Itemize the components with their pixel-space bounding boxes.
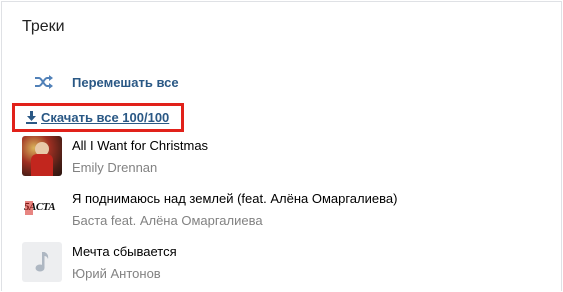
download-all-link[interactable]: Скачать все 100/100 <box>26 110 169 125</box>
shuffle-icon <box>30 68 58 96</box>
track-artist[interactable]: Юрий Антонов <box>72 265 177 282</box>
download-icon <box>26 111 37 124</box>
track-title: Я поднимаюсь над землей (feat. Алёна Ома… <box>72 190 398 206</box>
page-title: Треки <box>22 18 65 35</box>
track-row[interactable]: Мечта сбывается Юрий Антонов <box>22 240 542 284</box>
track-artist[interactable]: Emily Drennan <box>72 159 208 176</box>
track-row[interactable]: All I Want for Christmas Emily Drennan <box>22 134 542 178</box>
album-cover: 5ACTA <box>22 189 62 229</box>
music-note-icon <box>34 250 50 279</box>
track-artist[interactable]: Баста feat. Алёна Омаргалиева <box>72 212 397 229</box>
shuffle-all-button[interactable]: Перемешать все <box>22 68 322 96</box>
track-title: Мечта сбывается <box>72 243 177 259</box>
track-row[interactable]: 5ACTA Я поднимаюсь над землей (feat. Алё… <box>22 187 542 231</box>
album-cover <box>22 242 62 282</box>
download-all-label: Скачать все 100/100 <box>41 110 170 125</box>
tracks-panel: Треки Перемешать все Скачать все 100/100 <box>1 1 562 291</box>
shuffle-all-label: Перемешать все <box>72 74 179 90</box>
track-title: All I Want for Christmas <box>72 137 209 153</box>
album-cover <box>22 136 62 176</box>
